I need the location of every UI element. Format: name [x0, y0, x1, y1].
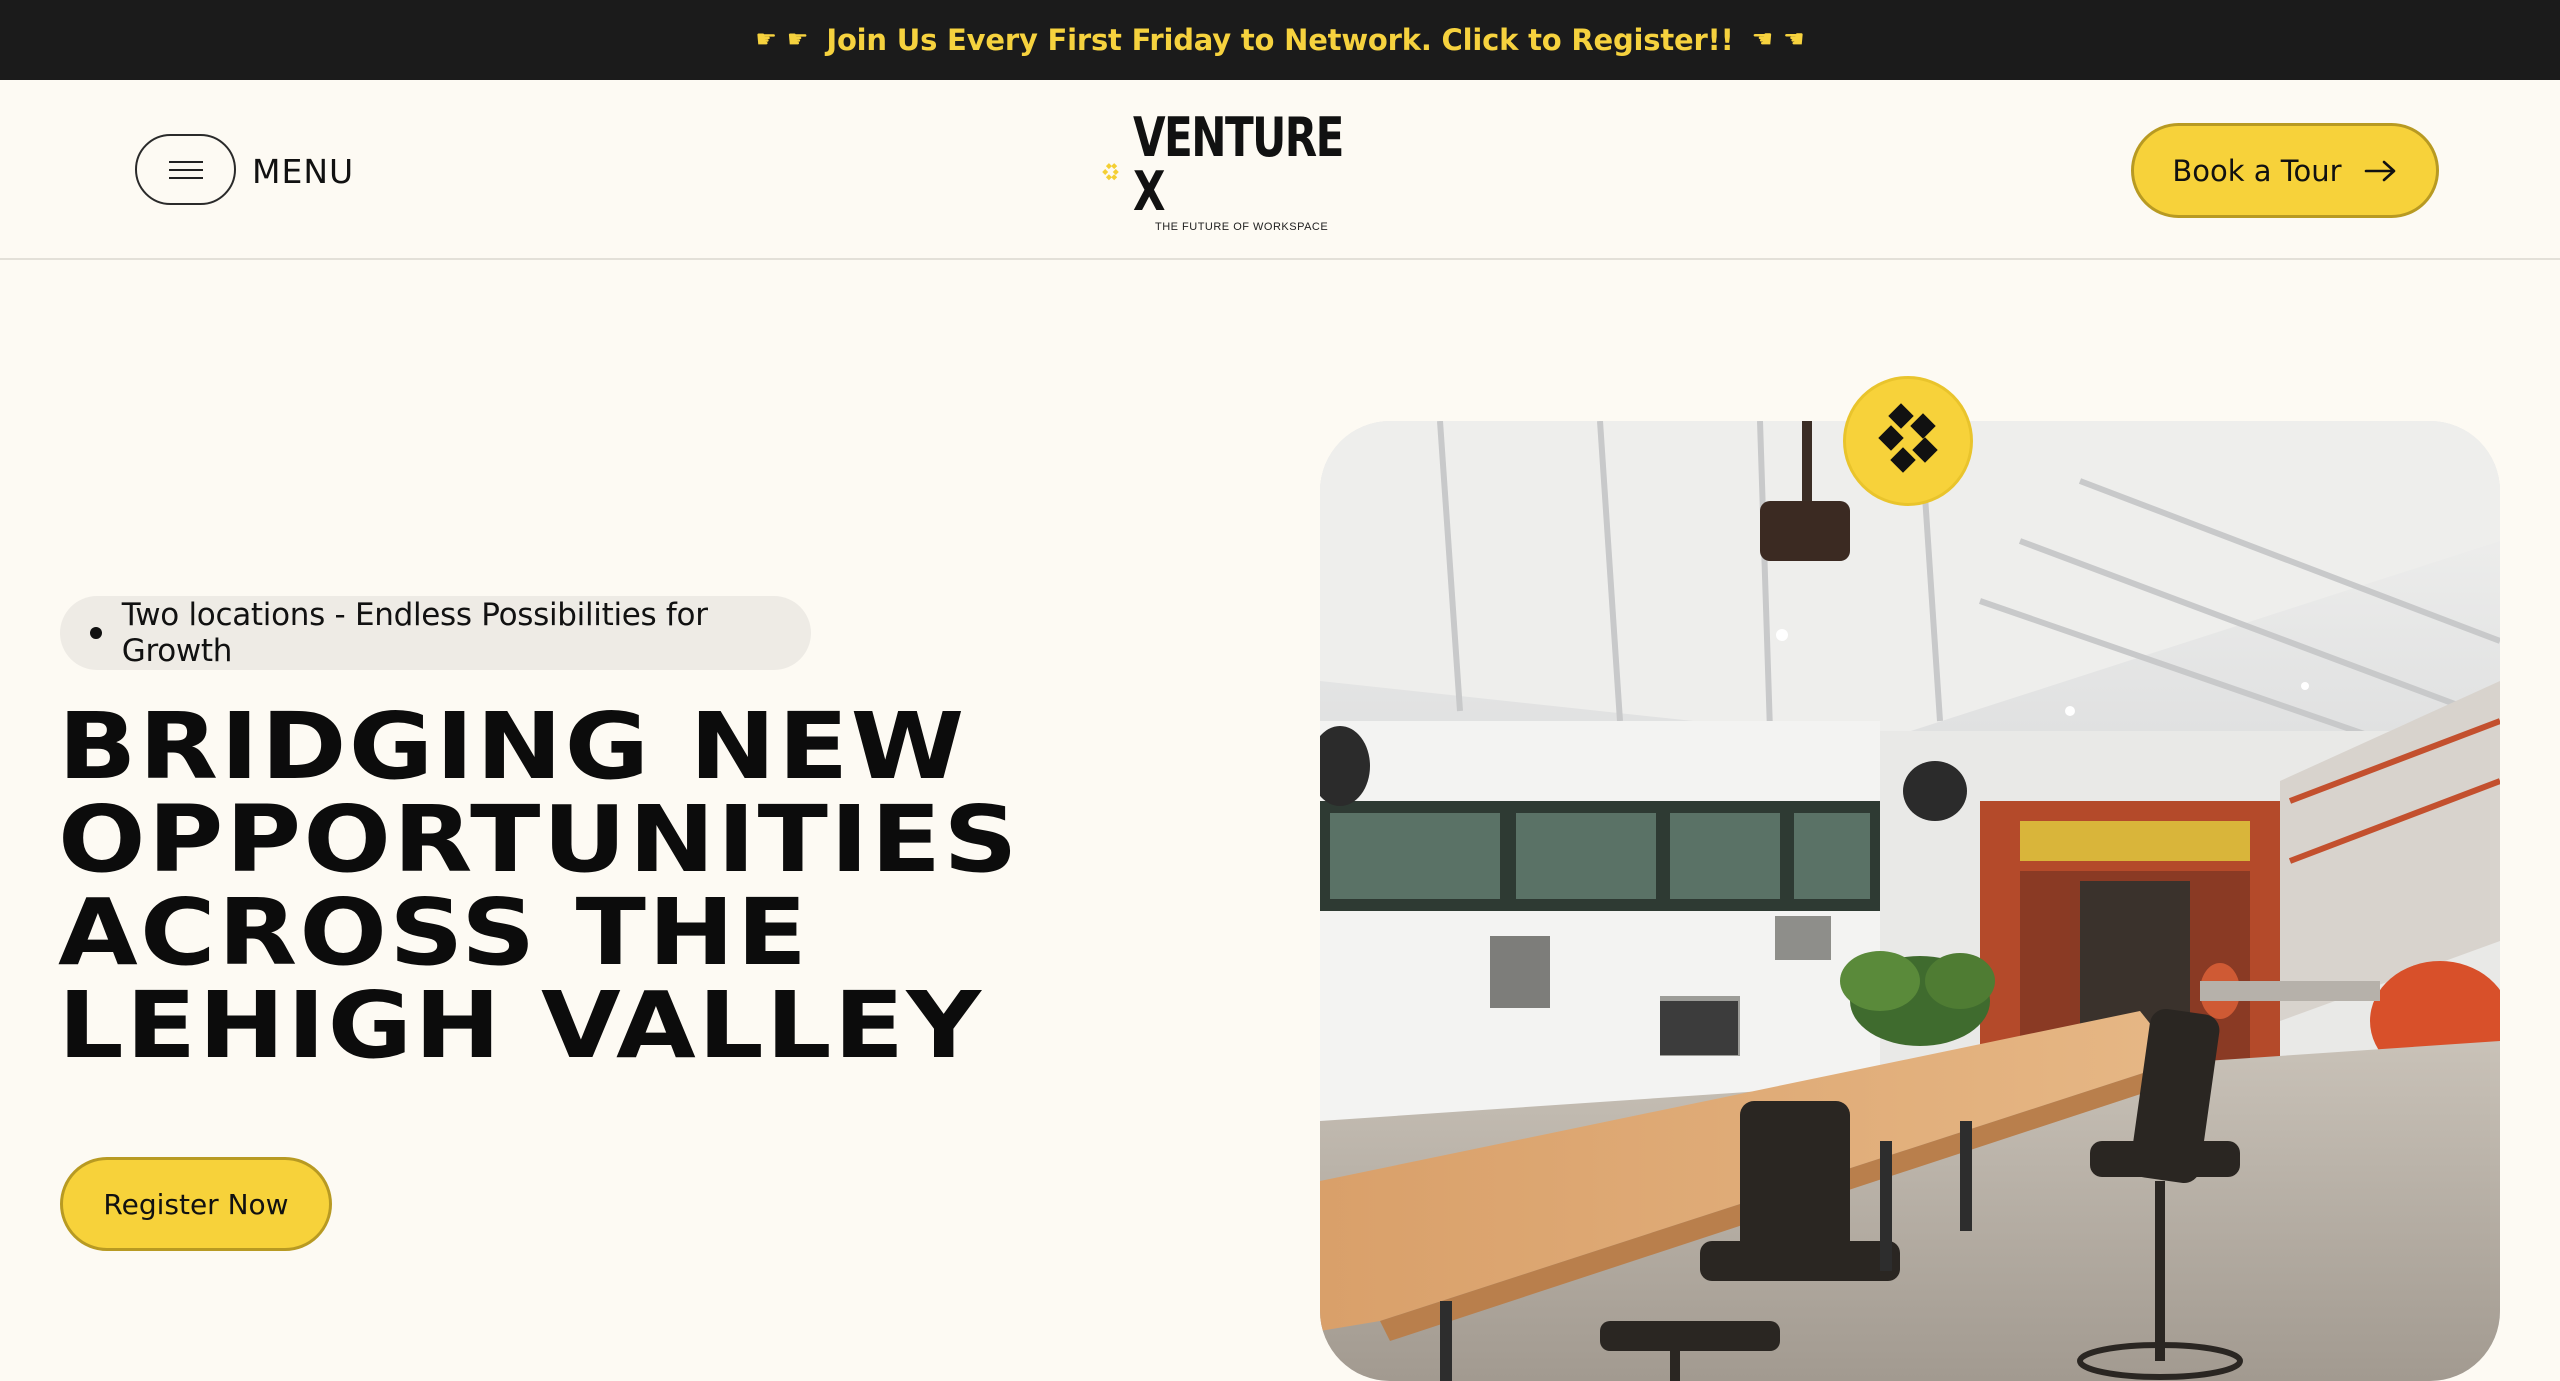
hero-office-video[interactable] — [1320, 421, 2500, 1381]
menu-button[interactable] — [135, 134, 236, 205]
register-now-button[interactable]: Register Now — [60, 1157, 332, 1251]
book-a-tour-button[interactable]: Book a Tour — [2131, 123, 2439, 218]
pointing-right-hand-icon: ☛ — [755, 26, 777, 53]
site-header: MENU VENTURE X THE FUTURE OF WORKSPACE B… — [0, 80, 2560, 260]
hamburger-icon-line — [168, 176, 203, 179]
headline-line: LEHIGH VALLEY — [58, 972, 984, 1079]
book-a-tour-label: Book a Tour — [2172, 153, 2342, 188]
announcement-left-icons: ☛ ☛ — [755, 28, 808, 52]
office-interior-image — [1320, 421, 2500, 1381]
announcement-bar[interactable]: ☛ ☛ Join Us Every First Friday to Networ… — [0, 0, 2560, 80]
venture-x-logo[interactable]: VENTURE X THE FUTURE OF WORKSPACE — [1102, 111, 1402, 233]
venture-x-badge — [1843, 376, 1973, 506]
hero-headline: BRIDGING NEW OPPORTUNITIES ACROSS THE LE… — [58, 700, 1402, 1072]
venture-x-logo-icon — [1102, 163, 1119, 181]
venture-x-mark-icon — [1878, 403, 1938, 473]
menu-label[interactable]: MENU — [252, 152, 354, 191]
announcement-text[interactable]: Join Us Every First Friday to Network. C… — [826, 23, 1733, 57]
hamburger-icon-line — [168, 168, 203, 171]
headline-line: ACROSS THE — [58, 879, 810, 986]
arrow-right-icon — [2364, 160, 2395, 181]
locations-pill: Two locations - Endless Possibilities fo… — [60, 596, 811, 670]
hamburger-icon-line — [168, 160, 203, 163]
pointing-left-hand-icon: ☚ — [1783, 26, 1805, 53]
pointing-right-hand-icon: ☛ — [786, 26, 809, 53]
headline-line: OPPORTUNITIES — [58, 786, 1020, 893]
bullet-dot-icon — [90, 627, 102, 639]
logo-name: VENTURE X — [1132, 106, 1344, 223]
pointing-left-hand-icon: ☚ — [1751, 26, 1774, 53]
locations-pill-text: Two locations - Endless Possibilities fo… — [121, 597, 708, 669]
headline-line: BRIDGING NEW — [58, 693, 967, 800]
announcement-right-icons: ☚ ☚ — [1752, 28, 1805, 52]
logo-tagline: THE FUTURE OF WORKSPACE — [1154, 221, 1329, 233]
